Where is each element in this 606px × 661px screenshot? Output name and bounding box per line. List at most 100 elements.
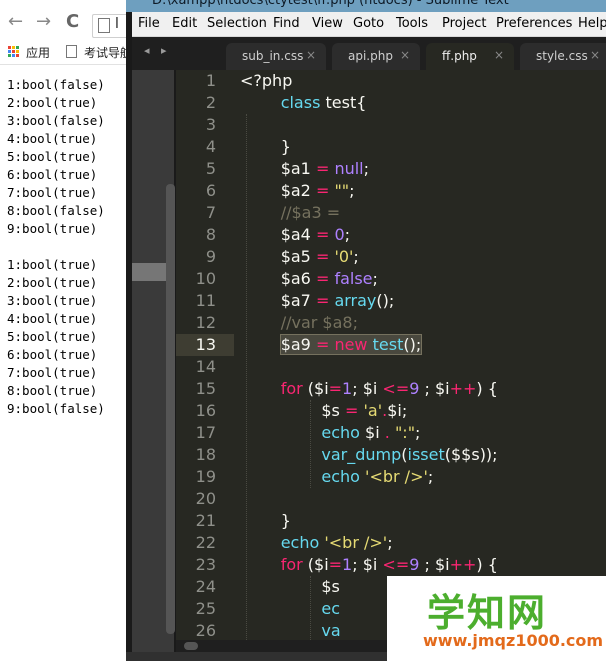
line-number: 14 [195, 357, 216, 376]
tab-bar: ◂ ▸ sub_in.css × api.php × ff.php × styl… [132, 37, 606, 70]
code-line: 11 $a7 = array(); [176, 290, 606, 312]
output-line: 6:bool(true) [7, 167, 98, 182]
line-number: 19 [195, 467, 216, 486]
line-number: 3 [205, 115, 216, 134]
line-number: 22 [195, 533, 216, 552]
bookmarks-bar: 应用 考试导航 [0, 40, 132, 65]
line-number: 24 [195, 577, 216, 596]
output-line: 5:bool(true) [7, 149, 98, 164]
menu-view[interactable]: View [312, 16, 343, 31]
line-number: 13 [176, 334, 234, 356]
line-number: 9 [205, 247, 216, 266]
line-number: 20 [195, 489, 216, 508]
menu-goto[interactable]: Goto [353, 16, 384, 31]
tab-sub-in-css[interactable]: sub_in.css × [226, 43, 326, 70]
code-line: 14 [176, 356, 606, 378]
output-line: 1:bool(false) [7, 77, 105, 92]
bookmark-exam-navigation[interactable]: 考试导航 [84, 44, 132, 61]
menu-file[interactable]: File [138, 16, 160, 31]
code-line: 9 $a5 = '0'; [176, 246, 606, 268]
line-number: 18 [195, 445, 216, 464]
tab-scroll-arrows-icon[interactable]: ◂ ▸ [144, 44, 171, 57]
address-text: l [115, 16, 119, 32]
output-line: 7:bool(true) [7, 365, 98, 380]
output-line: 7:bool(true) [7, 185, 98, 200]
tab-label: sub_in.css [242, 49, 304, 63]
tab-label: style.css [536, 49, 588, 63]
code-line: 20 [176, 488, 606, 510]
code-line: 19 echo '<br />'; [176, 466, 606, 488]
output-line: 4:bool(true) [7, 131, 98, 146]
output-line: 8:bool(true) [7, 383, 98, 398]
tab-close-icon[interactable]: × [590, 48, 600, 62]
back-icon[interactable]: ← [8, 12, 23, 32]
output-line: 6:bool(true) [7, 347, 98, 362]
line-number: 17 [195, 423, 216, 442]
output-line: 9:bool(false) [7, 401, 105, 416]
watermark: 学知网 www.jmqz1000.com [387, 576, 606, 661]
window-title: D:\xampp\htdocs\ctytest\ff.php (htdocs) … [152, 0, 509, 8]
output-line: 5:bool(true) [7, 329, 98, 344]
forward-icon[interactable]: → [36, 12, 51, 32]
code-line: 21 } [176, 510, 606, 532]
code-editor[interactable]: 1 <?php 2 class test{ 3 4 } 5 $a1 = null;… [176, 70, 606, 640]
browser-window: ← → C l 应用 考试导航 1:bool(false) 2:bool(true… [0, 0, 132, 661]
code-line: 7 //$a3 = [176, 202, 606, 224]
output-line: 2:bool(true) [7, 95, 98, 110]
line-number: 26 [195, 621, 216, 640]
line-number: 25 [195, 599, 216, 618]
line-number: 2 [205, 93, 216, 112]
code-line: 22 echo '<br />'; [176, 532, 606, 554]
line-number: 16 [195, 401, 216, 420]
line-number: 1 [205, 71, 216, 90]
line-number: 11 [195, 291, 216, 310]
line-number: 7 [205, 203, 216, 222]
line-number: 5 [205, 159, 216, 178]
output-line: 1:bool(true) [7, 257, 98, 272]
menu-project[interactable]: Project [442, 16, 486, 31]
tab-ff-php[interactable]: ff.php × [426, 43, 514, 70]
code-line: 17 echo $i . ":"; [176, 422, 606, 444]
line-number: 15 [195, 379, 216, 398]
code-line: 3 [176, 114, 606, 136]
code-line: 10 $a6 = false; [176, 268, 606, 290]
tab-api-php[interactable]: api.php × [332, 43, 420, 70]
line-number: 21 [195, 511, 216, 530]
output-line: 3:bool(false) [7, 113, 105, 128]
output-line: 9:bool(true) [7, 221, 98, 236]
tab-style-css[interactable]: style.css × [520, 43, 606, 70]
bookmark-apps[interactable]: 应用 [26, 44, 50, 61]
page-output: 1:bool(false) 2:bool(true) 3:bool(false) 4:… [7, 76, 105, 418]
menu-edit[interactable]: Edit [172, 16, 197, 31]
apps-grid-icon[interactable] [8, 46, 20, 58]
code-line: 6 $a2 = ""; [176, 180, 606, 202]
bookmark-page-icon [66, 45, 77, 58]
code-line: 15 for ($i=1; $i <=9 ; $i++) { [176, 378, 606, 400]
menu-help[interactable]: Help [578, 16, 606, 31]
menu-tools[interactable]: Tools [396, 16, 428, 31]
menu-preferences[interactable]: Preferences [496, 16, 572, 31]
code-line: 8 $a4 = 0; [176, 224, 606, 246]
tab-close-icon[interactable]: × [400, 48, 410, 62]
tab-close-icon[interactable]: × [306, 48, 316, 62]
sublime-window: D:\xampp\htdocs\ctytest\ff.php (htdocs) … [126, 0, 606, 661]
menu-selection[interactable]: Selection [207, 16, 267, 31]
line-number: 4 [205, 137, 216, 156]
line-number: 6 [205, 181, 216, 200]
reload-icon[interactable]: C [66, 12, 79, 32]
vertical-scrollbar[interactable] [166, 184, 175, 634]
output-line: 4:bool(true) [7, 311, 98, 326]
tab-label: api.php [348, 49, 393, 63]
scroll-thumb[interactable] [184, 642, 198, 650]
tab-close-icon[interactable]: × [494, 48, 504, 62]
menu-bar: File Edit Selection Find View Goto Tools… [132, 12, 606, 37]
code-line: 12 //var $a8; [176, 312, 606, 334]
tab-label: ff.php [442, 49, 477, 63]
code-line: 5 $a1 = null; [176, 158, 606, 180]
output-line: 2:bool(true) [7, 275, 98, 290]
watermark-url: www.jmqz1000.com [423, 631, 604, 650]
code-line: 18 var_dump(isset($$s)); [176, 444, 606, 466]
page-icon [98, 18, 110, 33]
menu-find[interactable]: Find [273, 16, 300, 31]
browser-toolbar: ← → C l [0, 8, 132, 38]
